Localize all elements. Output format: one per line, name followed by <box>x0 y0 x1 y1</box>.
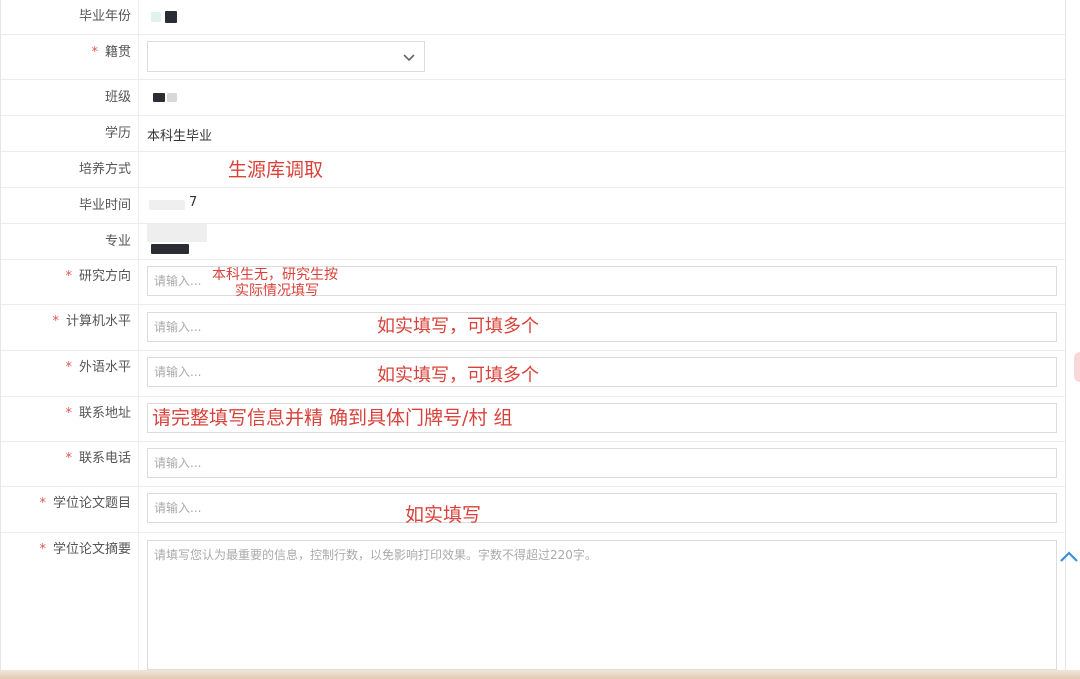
label-major: 专业 <box>1 224 139 259</box>
required-mark: * <box>65 269 72 284</box>
label-computer-level: * 计算机水平 <box>1 305 139 350</box>
required-mark: * <box>39 496 46 511</box>
label-language-level: * 外语水平 <box>1 351 139 396</box>
label-graduation-time: 毕业时间 <box>1 188 139 223</box>
required-mark: * <box>52 314 59 329</box>
label-training-mode: 培养方式 <box>1 152 139 187</box>
redacted-value <box>151 244 189 254</box>
annotation-language: 如实填写，可填多个 <box>377 365 539 386</box>
annotation-source-db: 生源库调取 <box>228 159 324 181</box>
annotation-computer: 如实填写，可填多个 <box>377 316 539 337</box>
label-education: 学历 <box>1 116 139 151</box>
computer-level-input[interactable] <box>147 312 1057 342</box>
required-mark: * <box>91 45 98 60</box>
label-thesis-abstract: * 学位论文摘要 <box>1 533 139 670</box>
row-major: 专业 <box>1 224 1065 260</box>
redacted-value <box>165 11 177 23</box>
label-text: 学历 <box>104 126 131 141</box>
floating-widget[interactable] <box>1074 352 1080 382</box>
row-class: 班级 <box>1 80 1065 116</box>
native-place-select[interactable] <box>147 41 425 72</box>
contact-phone-input[interactable] <box>147 448 1057 478</box>
row-research-direction: * 研究方向 <box>1 260 1065 305</box>
label-text: 学位论文题目 <box>52 496 131 511</box>
redacted-value <box>153 93 165 102</box>
row-thesis-title: * 学位论文题目 <box>1 487 1065 533</box>
label-text: 联系电话 <box>78 451 131 466</box>
label-text: 毕业年份 <box>78 9 131 24</box>
redacted-value <box>149 200 185 210</box>
row-education: 学历 本科生毕业 <box>1 116 1065 152</box>
required-mark: * <box>65 451 72 466</box>
bottom-bar <box>0 670 1080 679</box>
required-mark: * <box>39 542 46 557</box>
annotation-research-line2: 实际情况填写 <box>235 283 319 299</box>
row-graduation-time: 毕业时间 7 <box>1 188 1065 224</box>
chevron-up-icon[interactable] <box>1058 546 1080 568</box>
annotation-thesis-title: 如实填写 <box>405 504 482 526</box>
row-thesis-abstract: * 学位论文摘要 <box>1 533 1065 670</box>
label-text: 班级 <box>104 90 131 105</box>
label-text: 外语水平 <box>78 360 131 375</box>
label-contact-address: * 联系地址 <box>1 397 139 441</box>
thesis-abstract-textarea[interactable] <box>147 540 1057 670</box>
label-native-place: * 籍贯 <box>1 35 139 79</box>
redacted-value <box>147 224 207 242</box>
language-level-input[interactable] <box>147 357 1057 387</box>
label-text: 联系地址 <box>78 406 131 421</box>
education-value: 本科生毕业 <box>147 129 213 144</box>
label-thesis-title: * 学位论文题目 <box>1 487 139 532</box>
label-text: 籍贯 <box>104 45 131 60</box>
row-graduation-year: 毕业年份 <box>1 0 1065 35</box>
label-contact-phone: * 联系电话 <box>1 442 139 486</box>
chevron-down-icon <box>403 54 415 62</box>
redacted-value <box>167 93 177 102</box>
label-graduation-year: 毕业年份 <box>1 0 139 34</box>
label-text: 研究方向 <box>78 269 131 284</box>
label-text: 专业 <box>104 234 131 249</box>
label-text: 计算机水平 <box>65 314 131 329</box>
label-text: 毕业时间 <box>78 198 131 213</box>
required-mark: * <box>65 360 72 375</box>
label-research-direction: * 研究方向 <box>1 260 139 304</box>
label-text: 学位论文摘要 <box>52 542 131 557</box>
thesis-title-input[interactable] <box>147 493 1057 523</box>
row-training-mode: 培养方式 <box>1 152 1065 188</box>
graduation-time-value: 7 <box>189 195 198 210</box>
redacted-value <box>151 12 161 22</box>
annotation-address: 请完整填写信息并精 确到具体门牌号/村 组 <box>152 407 513 429</box>
label-class: 班级 <box>1 80 139 115</box>
row-native-place: * 籍贯 <box>1 35 1065 80</box>
label-text: 培养方式 <box>78 162 131 177</box>
required-mark: * <box>65 406 72 421</box>
row-contact-phone: * 联系电话 <box>1 442 1065 487</box>
